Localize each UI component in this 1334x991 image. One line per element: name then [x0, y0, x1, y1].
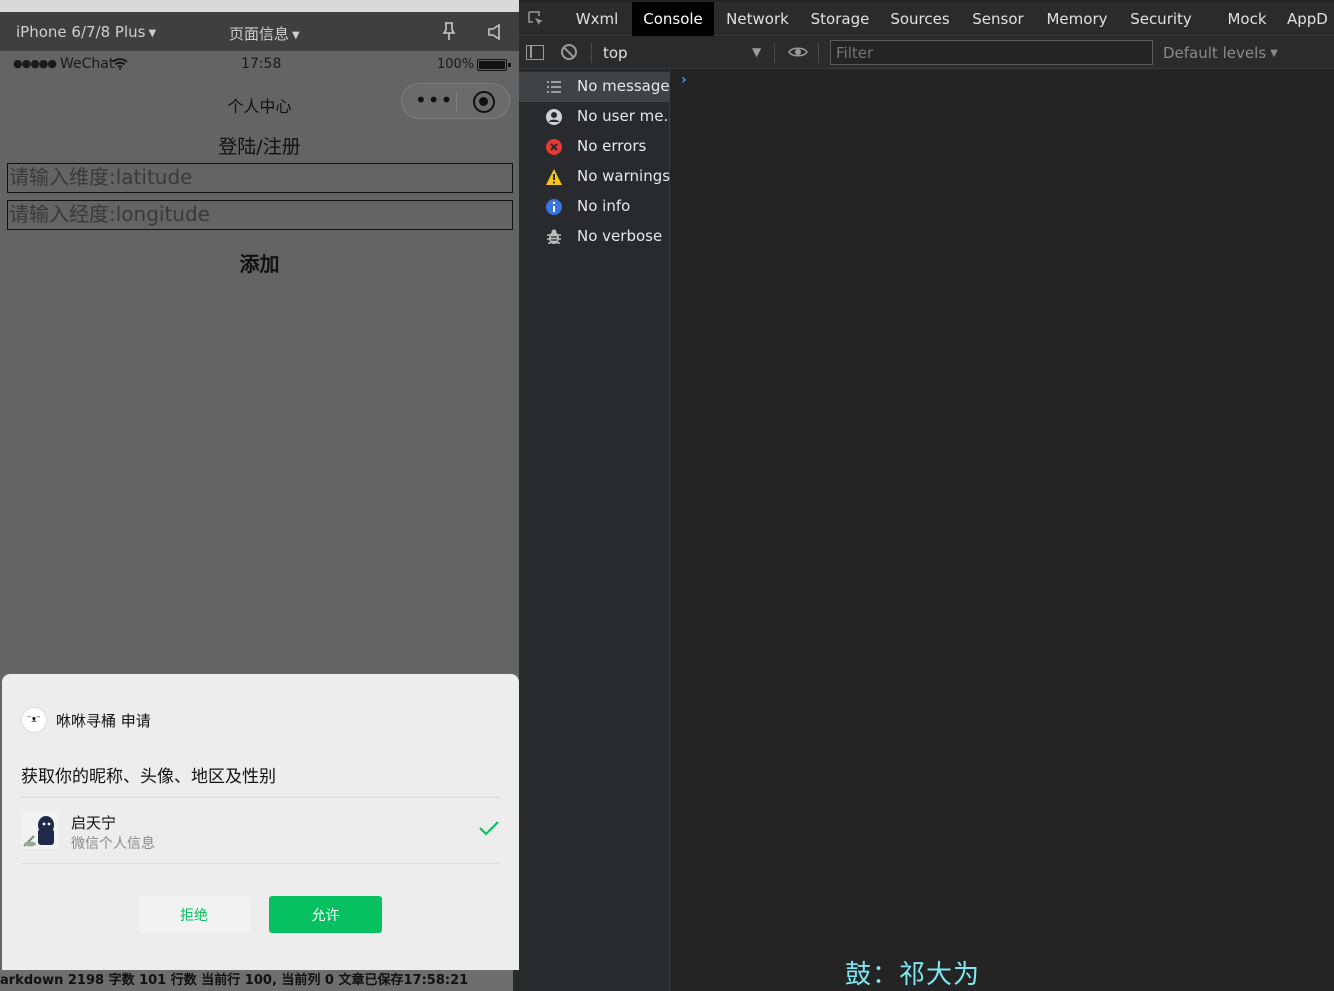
devtools-tabbar: Wxml Console Network Storage Sources Sen… [519, 2, 1334, 36]
log-levels-label: Default levels [1163, 44, 1267, 62]
status-time: 17:58 [241, 56, 282, 72]
video-subtitle: 鼓：祁大为 [845, 960, 981, 990]
add-button[interactable]: 添加 [0, 248, 519, 277]
toolbar-divider [818, 43, 819, 63]
tab-appdata[interactable]: AppD [1287, 2, 1334, 36]
screen: iPhone 6/7/8 Plus ▼ 页面信息 ▼ ●●●●● WeChat 17… [0, 0, 1334, 991]
capsule-divider [456, 92, 457, 112]
close-mini-program-icon[interactable] [473, 91, 495, 113]
eye-icon[interactable] [788, 45, 808, 59]
app-avatar: ᵔᴥᵔ [21, 707, 47, 733]
phone-status-bar: ●●●●● WeChat 17:58 100% [0, 51, 519, 79]
filter-input[interactable] [830, 40, 1153, 65]
pin-icon[interactable] [441, 21, 457, 41]
sidebar-toggle-icon[interactable] [526, 45, 544, 60]
sidebar-item-messages[interactable]: No messages [519, 72, 670, 102]
clear-console-icon[interactable] [561, 44, 577, 60]
chevron-down-icon: ▼ [292, 30, 300, 41]
carrier-label: WeChat [60, 56, 115, 72]
toolbar-divider [774, 43, 775, 63]
tab-console[interactable]: Console [632, 2, 714, 36]
sidebar-item-warnings[interactable]: No warnings [519, 162, 670, 192]
user-icon [546, 109, 562, 125]
list-icon [547, 81, 561, 93]
wifi-icon [112, 58, 128, 70]
devtools-pane: Wxml Console Network Storage Sources Sen… [519, 0, 1334, 991]
divider [21, 797, 500, 798]
authorization-sheet: ᵔᴥᵔ 咻咻寻桶 申请 获取你的昵称、头像、地区及性别 启天宁 微信个人信息 拒… [2, 674, 519, 970]
sidebar-item-label: No info [577, 197, 631, 215]
longitude-input[interactable]: 请输入经度:longitude [7, 200, 513, 230]
more-icon[interactable]: ••• [415, 88, 453, 112]
editor-status-bar: arkdown 2198 字数 101 行数 当前行 100, 当前列 0 文章… [0, 970, 513, 991]
battery-percent: 100% [437, 57, 475, 72]
sidebar-item-label: No verbose [577, 227, 663, 245]
console-toolbar: top ▼ Default levels▼ [519, 37, 1334, 69]
sidebar-item-label: No messages [577, 77, 670, 95]
chevron-down-icon: ▼ [1270, 48, 1278, 59]
tab-security[interactable]: Security [1125, 2, 1197, 36]
latitude-input[interactable]: 请输入维度:latitude [7, 163, 513, 193]
context-selector[interactable]: top [603, 44, 628, 62]
permission-request-text: 获取你的昵称、头像、地区及性别 [21, 767, 276, 787]
console-sidebar: No messages No user me... No errors No w… [519, 70, 670, 991]
sidebar-item-label: No errors [577, 137, 647, 155]
info-icon [546, 199, 562, 215]
sidebar-item-verbose[interactable]: No verbose [519, 222, 670, 252]
window-top-strip [0, 0, 519, 12]
tab-network[interactable]: Network [719, 2, 796, 36]
error-icon [546, 139, 562, 155]
log-levels-selector[interactable]: Default levels ▼ [1163, 44, 1278, 62]
simulator-toolbar: iPhone 6/7/8 Plus ▼ 页面信息 ▼ [0, 12, 519, 51]
reject-button[interactable]: 拒绝 [138, 896, 250, 933]
tab-storage[interactable]: Storage [804, 2, 876, 36]
speaker-icon[interactable] [486, 22, 504, 42]
warning-icon [546, 169, 562, 185]
tab-mock[interactable]: Mock [1219, 2, 1275, 36]
divider [21, 863, 500, 864]
sidebar-item-label: No user me... [577, 107, 670, 125]
allow-button[interactable]: 允许 [269, 896, 382, 933]
checkmark-icon[interactable] [478, 820, 500, 836]
avatar-image [21, 811, 59, 849]
chevron-down-icon[interactable]: ▼ [752, 45, 761, 59]
capsule-menu: ••• [401, 83, 510, 119]
tab-sources[interactable]: Sources [885, 2, 955, 36]
toolbar-divider [591, 43, 592, 63]
login-register-heading: 登陆/注册 [218, 136, 301, 158]
device-selector[interactable]: iPhone 6/7/8 Plus ▼ [16, 23, 156, 41]
console-prompt[interactable]: › [681, 72, 687, 88]
console-output[interactable]: › 鼓：祁大为 [671, 70, 1334, 991]
user-nickname: 启天宁 [71, 814, 117, 832]
tab-wxml[interactable]: Wxml [568, 2, 626, 36]
battery-icon [477, 59, 511, 71]
page-info-label: 页面信息 [229, 25, 290, 43]
bug-icon [547, 229, 561, 244]
page-info-selector[interactable]: 页面信息 ▼ [229, 23, 300, 44]
user-info-subtitle: 微信个人信息 [71, 836, 155, 852]
chevron-down-icon: ▼ [148, 28, 157, 39]
sidebar-item-user-messages[interactable]: No user me... [519, 102, 670, 132]
device-label: iPhone 6/7/8 Plus [16, 23, 146, 41]
signal-icon: ●●●●● [13, 57, 57, 70]
inspect-element-icon[interactable] [527, 10, 545, 28]
tab-sensor[interactable]: Sensor [966, 2, 1030, 36]
user-avatar [21, 811, 59, 849]
simulator-pane: iPhone 6/7/8 Plus ▼ 页面信息 ▼ ●●●●● WeChat 17… [0, 0, 519, 991]
sidebar-item-info[interactable]: No info [519, 192, 670, 222]
app-request-title: 咻咻寻桶 申请 [56, 712, 151, 730]
sidebar-item-label: No warnings [577, 167, 670, 185]
tab-memory[interactable]: Memory [1041, 2, 1113, 36]
sidebar-item-errors[interactable]: No errors [519, 132, 670, 162]
